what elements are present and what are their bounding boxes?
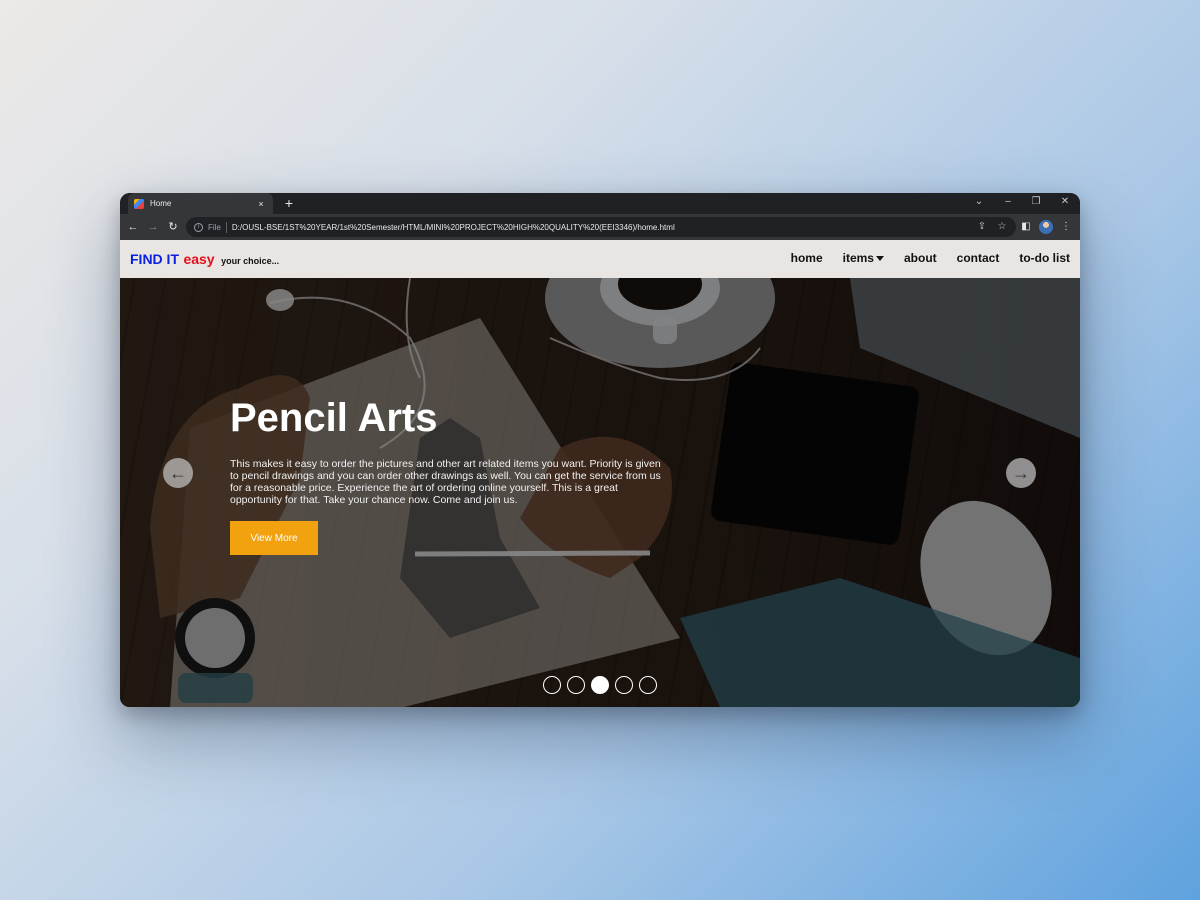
web-page: FIND IT easy your choice... home items a… <box>120 240 1080 707</box>
logo-accent: easy <box>183 251 215 267</box>
close-window-icon[interactable]: ✕ <box>1055 196 1075 208</box>
back-icon[interactable]: ← <box>126 220 140 234</box>
profile-avatar[interactable] <box>1039 220 1053 234</box>
nav-items[interactable]: items <box>843 251 884 265</box>
nav-items-label: items <box>842 251 874 265</box>
tab-close-icon[interactable]: × <box>255 199 267 209</box>
slide-indicators <box>543 676 657 694</box>
info-icon[interactable]: i <box>194 222 203 232</box>
share-icon[interactable]: ⇪ <box>976 221 988 233</box>
file-label: File <box>208 222 221 232</box>
next-slide-arrow-icon[interactable]: → <box>1006 458 1036 488</box>
nav-todo-list[interactable]: to-do list <box>1019 251 1070 265</box>
url-text[interactable]: D:/OUSL-BSE/1ST%20YEAR/1st%20Semester/HT… <box>232 223 675 232</box>
logo-tagline: your choice... <box>221 256 280 266</box>
address-bar[interactable]: i File D:/OUSL-BSE/1ST%20YEAR/1st%20Seme… <box>186 217 1016 237</box>
hero-slider: Pencil Arts This makes it easy to order … <box>120 278 1080 707</box>
hero-title: Pencil Arts <box>230 396 438 440</box>
hero-description: This makes it easy to order the pictures… <box>230 458 661 506</box>
tab-home[interactable]: Home × <box>128 193 273 214</box>
minimize-icon[interactable]: – <box>998 196 1018 208</box>
prev-slide-arrow-icon[interactable]: ← <box>163 458 193 488</box>
reload-icon[interactable]: ↻ <box>166 220 180 234</box>
browser-toolbar: ← → ↻ i File D:/OUSL-BSE/1ST%20YEAR/1st%… <box>120 214 1080 240</box>
slide-dot-1[interactable] <box>543 676 561 694</box>
forward-icon[interactable]: → <box>146 220 160 234</box>
browser-window: Home × + ⌄ – ❐ ✕ ← → ↻ i File D:/OUSL-BS… <box>120 193 1080 707</box>
logo-main: FIND IT <box>130 251 179 267</box>
tab-search-icon[interactable]: ⌄ <box>969 196 989 208</box>
restore-icon[interactable]: ❐ <box>1026 196 1046 208</box>
tab-strip: Home × + ⌄ – ❐ ✕ <box>120 193 1080 214</box>
view-more-button[interactable]: View More <box>230 521 318 555</box>
favicon-icon <box>134 198 144 209</box>
nav-home[interactable]: home <box>791 251 823 265</box>
separator <box>225 221 227 233</box>
site-navbar: FIND IT easy your choice... home items a… <box>120 240 1080 278</box>
bookmark-star-icon[interactable]: ☆ <box>996 221 1008 233</box>
new-tab-button[interactable]: + <box>282 195 296 211</box>
slide-dot-3-active[interactable] <box>591 676 609 694</box>
slide-dot-2[interactable] <box>567 676 585 694</box>
side-panel-icon[interactable]: ◧ <box>1019 220 1033 234</box>
menu-icon[interactable]: ⋮ <box>1059 220 1073 234</box>
tab-title: Home <box>150 199 172 208</box>
slide-dot-4[interactable] <box>615 676 633 694</box>
caret-down-icon <box>875 256 884 262</box>
nav-links: home items about contact to-do list <box>791 251 1070 265</box>
site-logo[interactable]: FIND IT easy your choice... <box>130 251 279 269</box>
nav-contact[interactable]: contact <box>957 251 1000 265</box>
slide-dot-5[interactable] <box>639 676 657 694</box>
nav-about[interactable]: about <box>904 251 937 265</box>
